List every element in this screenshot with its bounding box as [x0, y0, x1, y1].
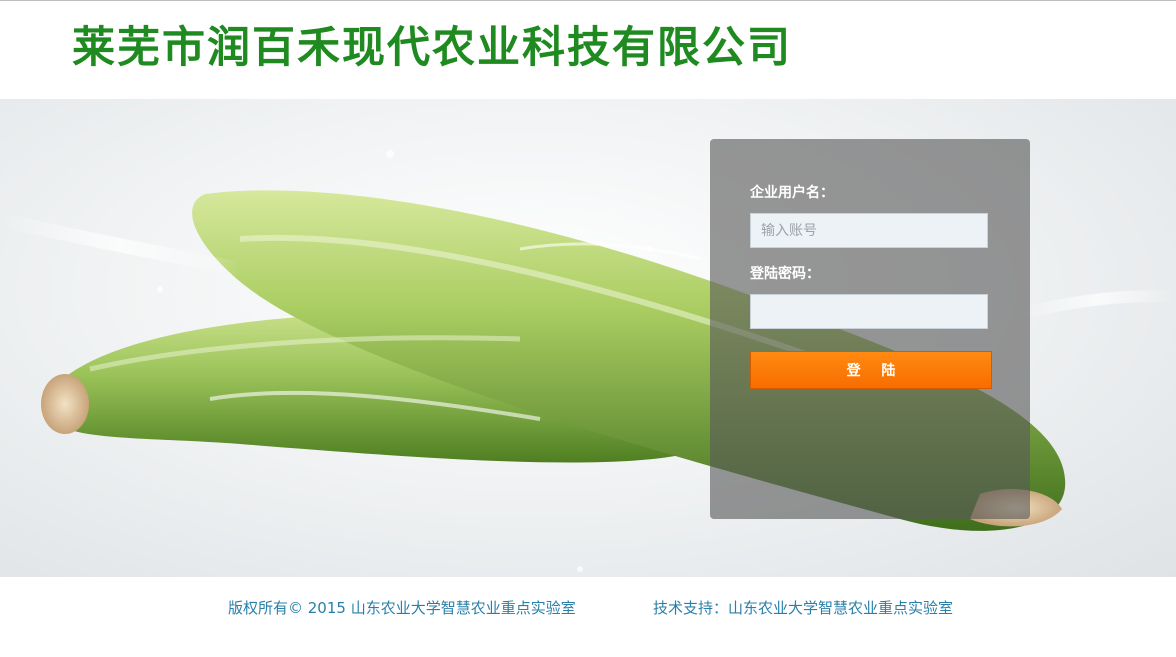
login-panel: 企业用户名： 登陆密码： 登 陆 — [710, 139, 1030, 519]
copyright-text: 版权所有© 2015 山东农业大学智慧农业重点实验室 — [228, 599, 576, 617]
support-text: 技术支持：山东农业大学智慧农业重点实验室 — [653, 599, 954, 617]
username-label: 企业用户名： — [750, 185, 834, 201]
hero-banner: 企业用户名： 登陆密码： 登 陆 — [0, 99, 1176, 577]
password-label: 登陆密码： — [750, 266, 820, 282]
login-button[interactable]: 登 陆 — [750, 351, 992, 389]
site-header: 莱芜市润百禾现代农业科技有限公司 — [0, 1, 1176, 99]
company-name: 莱芜市润百禾现代农业科技有限公司 — [72, 23, 792, 73]
username-input[interactable] — [750, 213, 988, 248]
site-footer: 版权所有© 2015 山东农业大学智慧农业重点实验室 技术支持：山东农业大学智慧… — [0, 577, 1176, 657]
password-input[interactable] — [750, 294, 988, 329]
